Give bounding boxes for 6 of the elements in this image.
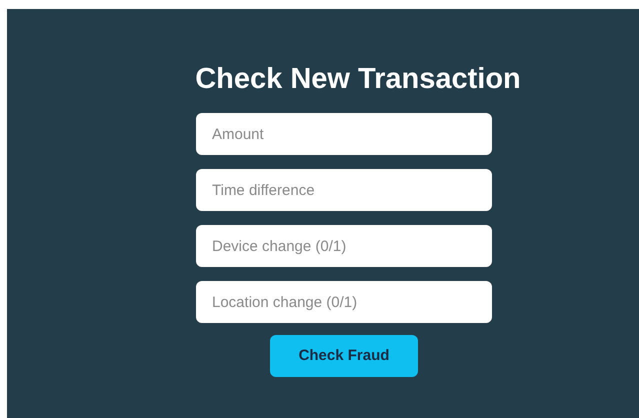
input-field[interactable]: Amount bbox=[196, 113, 492, 155]
input-field[interactable]: Device change (0/1) bbox=[196, 225, 492, 267]
input-field[interactable]: Time difference bbox=[196, 169, 492, 211]
form-title: Check New Transaction bbox=[195, 62, 521, 97]
input-field[interactable]: Location change (0/1) bbox=[196, 281, 492, 323]
check-fraud-button[interactable]: Check Fraud bbox=[270, 335, 418, 377]
